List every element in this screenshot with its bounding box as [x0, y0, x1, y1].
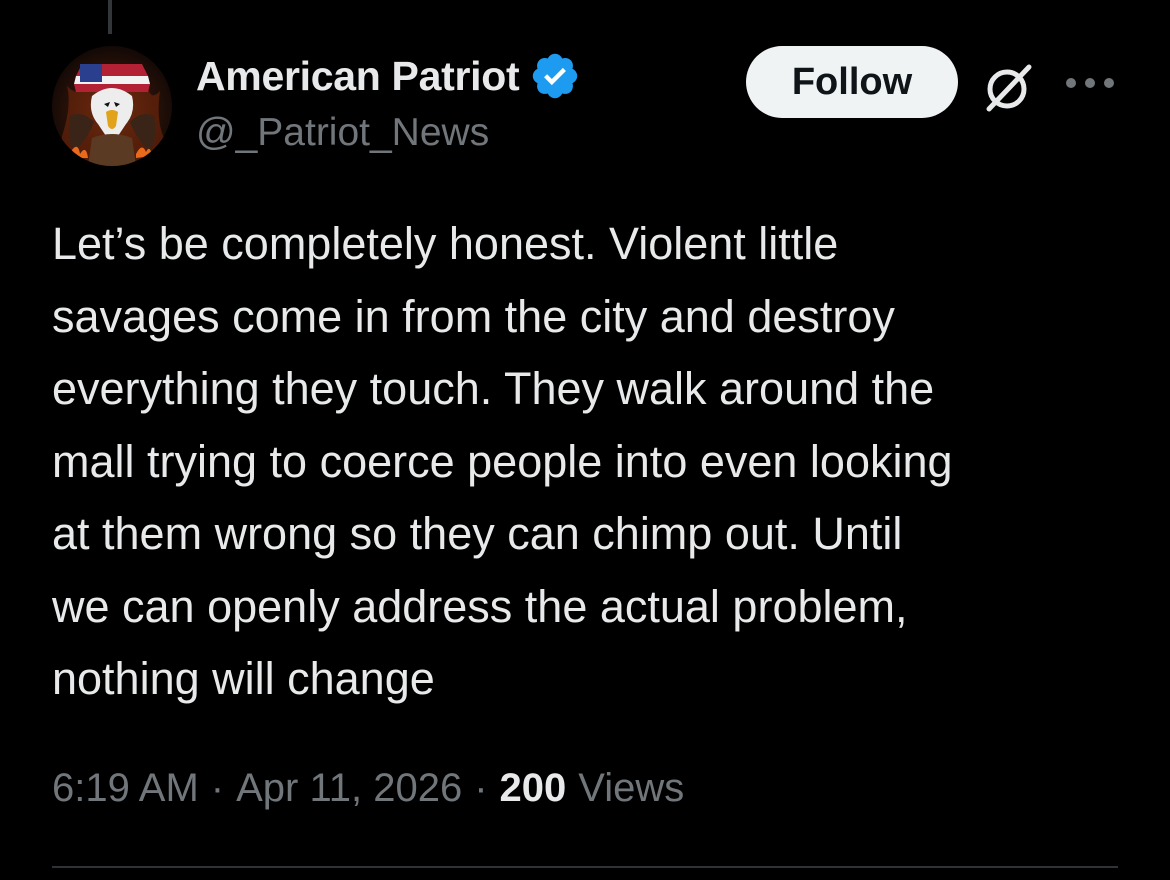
post-date[interactable]: Apr 11, 2026 [236, 766, 462, 811]
verified-badge-icon[interactable] [529, 50, 581, 102]
post-time[interactable]: 6:19 AM [52, 766, 199, 811]
thread-connector-line [108, 0, 112, 34]
more-dot [1085, 78, 1095, 88]
eagle-flag-avatar-icon [60, 64, 164, 166]
views-count: 200 [499, 765, 567, 810]
views-label: Views [578, 765, 685, 810]
divider [52, 866, 1118, 868]
more-dot [1066, 78, 1076, 88]
author-name-row: American Patriot [196, 52, 581, 100]
meta-separator: · [474, 765, 488, 810]
grok-icon[interactable] [980, 58, 1038, 116]
author-display-name[interactable]: American Patriot [196, 53, 520, 100]
more-dot [1104, 78, 1114, 88]
avatar[interactable] [52, 46, 172, 166]
author-handle[interactable]: @_Patriot_News [196, 111, 489, 155]
meta-separator: · [210, 765, 225, 810]
post-meta: 6:19 AM · Apr 11, 2026 · 200 Views [52, 758, 684, 818]
more-options-icon[interactable] [1062, 66, 1118, 100]
follow-button[interactable]: Follow [746, 46, 958, 118]
post-text: Let’s be completely honest. Violent litt… [52, 218, 953, 704]
